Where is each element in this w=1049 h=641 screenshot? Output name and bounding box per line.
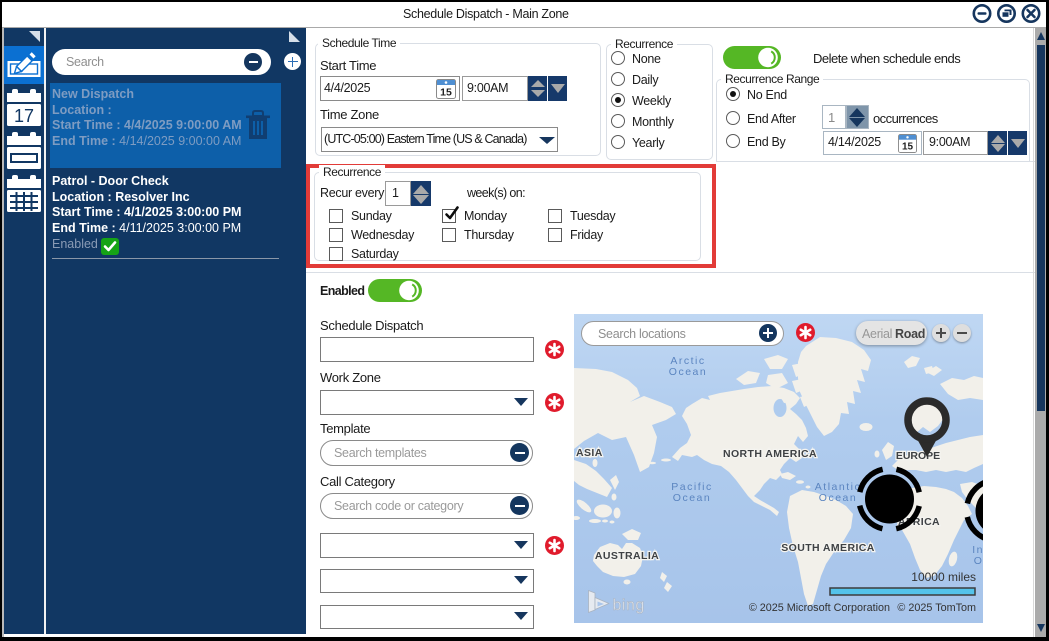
svg-text:SOUTH AMERICA: SOUTH AMERICA <box>781 542 874 554</box>
svg-text:Ocean: Ocean <box>673 492 711 504</box>
svg-text:© 2025 Microsoft Corporation: © 2025 Microsoft Corporation <box>749 602 890 614</box>
svg-text:15: 15 <box>440 87 452 99</box>
svg-text:EUROPE: EUROPE <box>896 450 940 462</box>
svg-text:Ocean: Ocean <box>669 366 707 378</box>
svg-text:10000 miles: 10000 miles <box>911 570 976 584</box>
svg-text:ASIA: ASIA <box>576 447 603 459</box>
svg-text:AUSTRALIA: AUSTRALIA <box>595 550 659 562</box>
svg-text:Ocean: Ocean <box>974 555 983 567</box>
svg-text:bing: bing <box>613 597 645 614</box>
svg-text:© 2025 TomTom: © 2025 TomTom <box>897 602 976 614</box>
svg-text:Ocean: Ocean <box>819 492 857 504</box>
svg-text:NORTH AMERICA: NORTH AMERICA <box>723 448 817 460</box>
svg-text:17: 17 <box>14 106 34 126</box>
svg-text:15: 15 <box>902 142 914 153</box>
